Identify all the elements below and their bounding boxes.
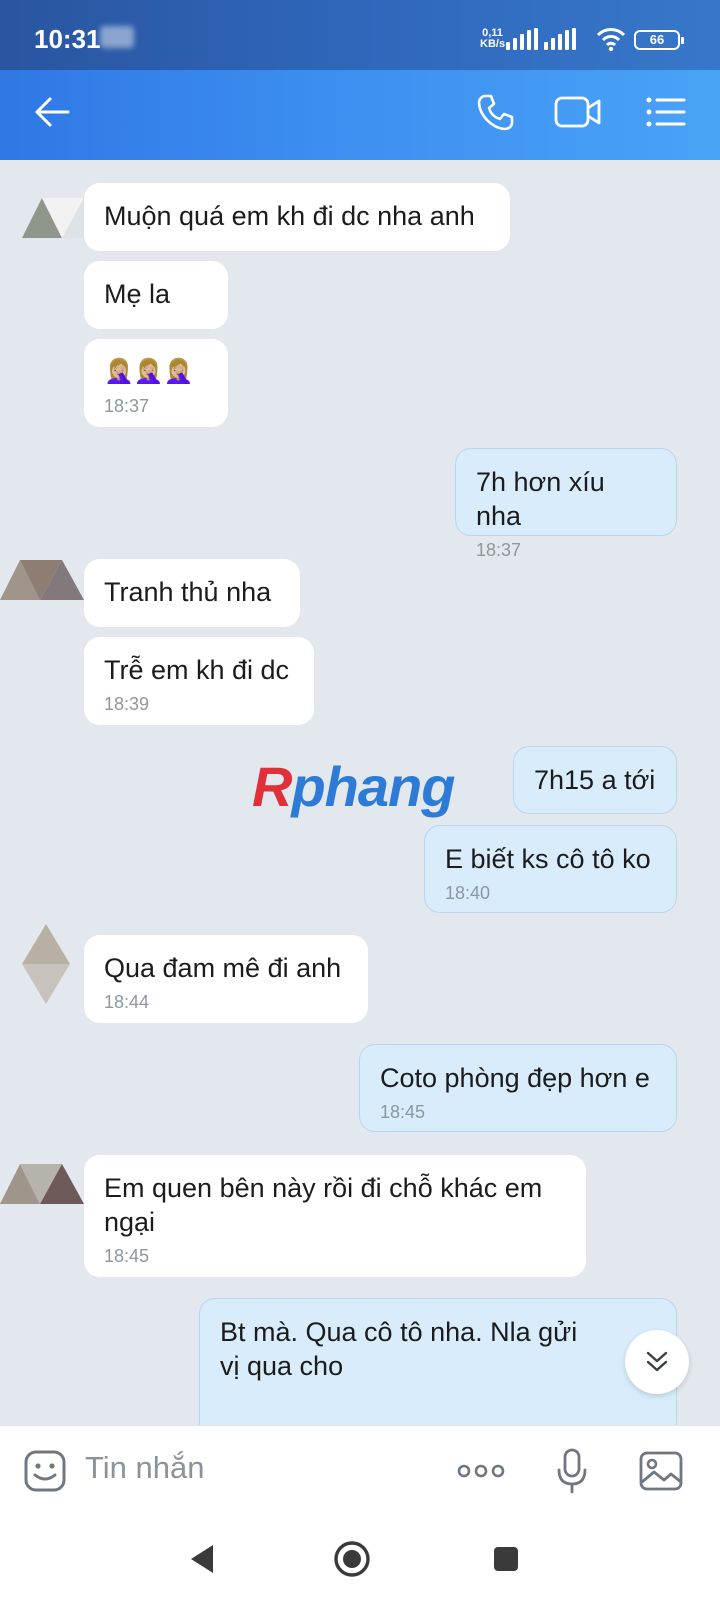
watermark-text: phang: [291, 755, 455, 818]
signal-2-icon: [544, 28, 576, 50]
message-text: Em quen bên này rồi đi chỗ khác em ngại: [104, 1173, 550, 1237]
message-text: Trễ em kh đi dc: [104, 655, 290, 685]
watermark-letter: R: [252, 755, 292, 818]
chevron-double-down-icon: [646, 1351, 668, 1372]
message-text: Mẹ la: [104, 279, 171, 309]
video-camera-icon[interactable]: [553, 90, 603, 134]
app-header: 10:31 0,11 KB/s 66: [0, 0, 720, 160]
message-bubble-incoming[interactable]: Em quen bên này rồi đi chỗ khác em ngại …: [84, 1155, 586, 1277]
signal-1-icon: [506, 28, 538, 50]
image-gallery-icon[interactable]: [637, 1446, 685, 1496]
scroll-to-bottom-button[interactable]: [625, 1330, 689, 1394]
message-bubble-incoming[interactable]: Qua đam mê đi anh 18:44: [84, 935, 368, 1023]
emoji-sticker-icon[interactable]: [22, 1446, 68, 1496]
message-text: Muộn quá em kh đi dc nha anh: [104, 201, 475, 231]
nav-home-icon[interactable]: [328, 1535, 376, 1583]
notification-icon: [100, 26, 134, 48]
list-menu-icon[interactable]: [644, 90, 688, 134]
message-text: 7h15 a tới: [534, 765, 656, 795]
message-text: Bt mà. Qua cô tô nha. Nla gửi vị qua cho: [220, 1317, 585, 1381]
microphone-icon[interactable]: [554, 1446, 590, 1496]
system-nav-bar: [0, 1515, 720, 1600]
chat-list[interactable]: Muộn quá em kh đi dc nha anh Mẹ la 🤦🏼‍♀️…: [0, 160, 720, 1425]
message-text: Coto phòng đẹp hơn e: [380, 1063, 650, 1093]
message-bubble-incoming[interactable]: Tranh thủ nha: [84, 559, 300, 627]
more-dots-icon[interactable]: [456, 1446, 506, 1496]
message-bubble-outgoing[interactable]: Bt mà. Qua cô tô nha. Nla gửi vị qua cho: [199, 1298, 677, 1425]
battery-level: 66: [649, 32, 665, 47]
message-text: 🤦🏼‍♀️🤦🏼‍♀️🤦🏼‍♀️: [104, 358, 194, 385]
message-bubble-outgoing[interactable]: Coto phòng đẹp hơn e 18:45: [359, 1044, 677, 1132]
message-bubble-incoming[interactable]: Mẹ la: [84, 261, 228, 329]
avatar: [0, 1164, 84, 1204]
message-time: 18:45: [104, 1246, 150, 1266]
message-time: 18:40: [445, 883, 491, 903]
message-text: 7h hơn xíu nha: [476, 467, 613, 531]
network-speed: 0,11 KB/s: [480, 28, 505, 50]
status-time: 10:31: [34, 24, 101, 54]
avatar: [0, 560, 84, 600]
message-bubble-outgoing[interactable]: 7h hơn xíu nha 18:37: [455, 448, 677, 560]
message-time: 18:37: [104, 396, 150, 416]
phone-icon[interactable]: [472, 90, 518, 134]
network-speed-unit: KB/s: [480, 38, 506, 50]
nav-back-icon[interactable]: [178, 1535, 226, 1583]
message-bubble-incoming[interactable]: Muộn quá em kh đi dc nha anh: [84, 183, 510, 251]
message-bubble-incoming[interactable]: 🤦🏼‍♀️🤦🏼‍♀️🤦🏼‍♀️ 18:37: [84, 339, 228, 427]
message-time: 18:44: [104, 992, 150, 1012]
wifi-icon: [596, 28, 626, 52]
nav-recents-icon[interactable]: [482, 1535, 530, 1583]
status-bar: 10:31 0,11 KB/s 66: [0, 0, 720, 70]
message-time: 18:37: [476, 540, 522, 560]
message-text: Qua đam mê đi anh: [104, 953, 342, 983]
message-bubble-incoming[interactable]: Trễ em kh đi dc 18:39: [84, 637, 314, 725]
battery-icon: 66: [634, 30, 684, 50]
back-icon[interactable]: [28, 90, 76, 134]
watermark-logo: Rphang: [252, 754, 455, 819]
message-bubble-outgoing[interactable]: E biết ks cô tô ko 18:40: [424, 825, 677, 913]
message-time: 18:45: [380, 1102, 426, 1122]
message-text: Tranh thủ nha: [104, 577, 272, 607]
message-time: 18:39: [104, 694, 150, 714]
message-input[interactable]: Tin nhắn: [85, 1450, 205, 1486]
message-bubble-outgoing[interactable]: 7h15 a tới: [513, 746, 677, 814]
message-text: E biết ks cô tô ko: [445, 844, 651, 874]
message-composer: Tin nhắn: [0, 1425, 720, 1515]
